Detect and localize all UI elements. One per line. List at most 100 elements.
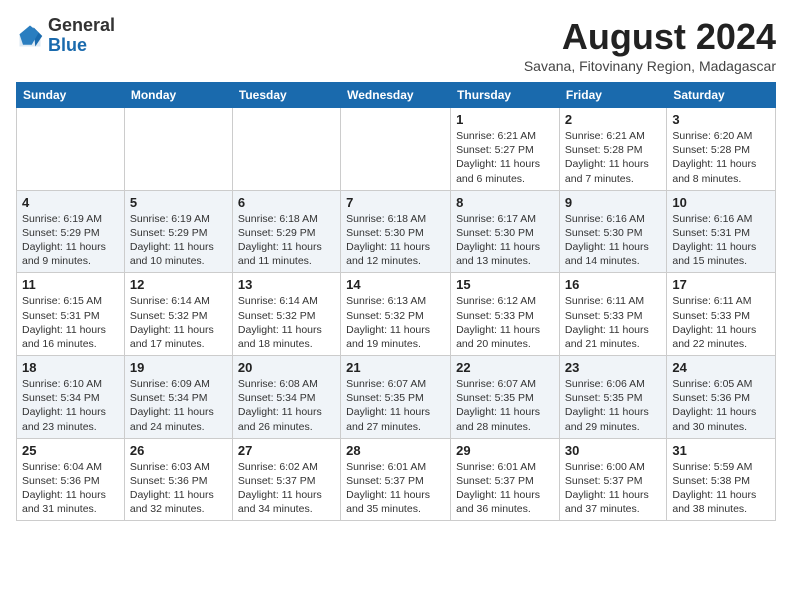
calendar-cell xyxy=(232,108,340,191)
day-number: 31 xyxy=(672,443,770,458)
weekday-header: Thursday xyxy=(451,83,560,108)
calendar-cell: 10 Sunrise: 6:16 AM Sunset: 5:31 PM Dayli… xyxy=(667,190,776,273)
day-info: Sunrise: 6:00 AM Sunset: 5:37 PM Dayligh… xyxy=(565,460,661,517)
logo-general-text: General xyxy=(48,15,115,35)
day-info: Sunrise: 6:13 AM Sunset: 5:32 PM Dayligh… xyxy=(346,294,445,351)
day-info: Sunrise: 6:19 AM Sunset: 5:29 PM Dayligh… xyxy=(22,212,119,269)
day-number: 29 xyxy=(456,443,554,458)
day-info: Sunrise: 6:07 AM Sunset: 5:35 PM Dayligh… xyxy=(456,377,554,434)
calendar-cell: 21Sunrise: 6:07 AM Sunset: 5:35 PM Dayli… xyxy=(341,356,451,439)
day-number: 7 xyxy=(346,195,445,210)
day-number: 8 xyxy=(456,195,554,210)
weekday-header: Saturday xyxy=(667,83,776,108)
calendar-cell xyxy=(17,108,125,191)
weekday-header: Sunday xyxy=(17,83,125,108)
day-number: 21 xyxy=(346,360,445,375)
calendar-week-row: 25 Sunrise: 6:04 AM Sunset: 5:36 PM Dayli… xyxy=(17,438,776,521)
day-info: Sunrise: 5:59 AM Sunset: 5:38 PM Dayligh… xyxy=(672,460,770,517)
day-number: 12 xyxy=(130,277,227,292)
day-info: Sunrise: 6:18 AM Sunset: 5:30 PM Dayligh… xyxy=(346,212,445,269)
day-info: Sunrise: 6:19 AM Sunset: 5:29 PM Dayligh… xyxy=(130,212,227,269)
title-area: August 2024 Savana, Fitovinany Region, M… xyxy=(524,16,776,74)
day-number: 14 xyxy=(346,277,445,292)
calendar-cell: 1 Sunrise: 6:21 AM Sunset: 5:27 PM Daylig… xyxy=(451,108,560,191)
calendar-cell: 17 Sunrise: 6:11 AM Sunset: 5:33 PM Dayli… xyxy=(667,273,776,356)
day-number: 3 xyxy=(672,112,770,127)
day-number: 27 xyxy=(238,443,335,458)
day-info: Sunrise: 6:17 AM Sunset: 5:30 PM Dayligh… xyxy=(456,212,554,269)
calendar-cell: 11 Sunrise: 6:15 AM Sunset: 5:31 PM Dayli… xyxy=(17,273,125,356)
day-number: 9 xyxy=(565,195,661,210)
day-number: 26 xyxy=(130,443,227,458)
day-info: Sunrise: 6:14 AM Sunset: 5:32 PM Dayligh… xyxy=(130,294,227,351)
day-number: 11 xyxy=(22,277,119,292)
day-info: Sunrise: 6:08 AM Sunset: 5:34 PM Dayligh… xyxy=(238,377,335,434)
day-info: Sunrise: 6:16 AM Sunset: 5:30 PM Dayligh… xyxy=(565,212,661,269)
calendar-cell: 2 Sunrise: 6:21 AM Sunset: 5:28 PM Daylig… xyxy=(559,108,666,191)
calendar-cell xyxy=(124,108,232,191)
calendar-cell: 13 Sunrise: 6:14 AM Sunset: 5:32 PM Dayli… xyxy=(232,273,340,356)
calendar-cell: 30Sunrise: 6:00 AM Sunset: 5:37 PM Dayli… xyxy=(559,438,666,521)
calendar-week-row: 4 Sunrise: 6:19 AM Sunset: 5:29 PM Daylig… xyxy=(17,190,776,273)
calendar-cell: 24 Sunrise: 6:05 AM Sunset: 5:36 PM Dayli… xyxy=(667,356,776,439)
day-info: Sunrise: 6:14 AM Sunset: 5:32 PM Dayligh… xyxy=(238,294,335,351)
calendar-cell: 6Sunrise: 6:18 AM Sunset: 5:29 PM Daylig… xyxy=(232,190,340,273)
calendar-cell: 26 Sunrise: 6:03 AM Sunset: 5:36 PM Dayli… xyxy=(124,438,232,521)
day-number: 16 xyxy=(565,277,661,292)
day-number: 15 xyxy=(456,277,554,292)
calendar-cell: 27 Sunrise: 6:02 AM Sunset: 5:37 PM Dayli… xyxy=(232,438,340,521)
calendar-week-row: 18Sunrise: 6:10 AM Sunset: 5:34 PM Dayli… xyxy=(17,356,776,439)
day-number: 23 xyxy=(565,360,661,375)
day-info: Sunrise: 6:04 AM Sunset: 5:36 PM Dayligh… xyxy=(22,460,119,517)
day-number: 13 xyxy=(238,277,335,292)
day-number: 19 xyxy=(130,360,227,375)
day-number: 22 xyxy=(456,360,554,375)
calendar-table: SundayMondayTuesdayWednesdayThursdayFrid… xyxy=(16,82,776,521)
calendar-cell: 16 Sunrise: 6:11 AM Sunset: 5:33 PM Dayli… xyxy=(559,273,666,356)
day-info: Sunrise: 6:20 AM Sunset: 5:28 PM Dayligh… xyxy=(672,129,770,186)
day-number: 5 xyxy=(130,195,227,210)
day-number: 17 xyxy=(672,277,770,292)
day-info: Sunrise: 6:12 AM Sunset: 5:33 PM Dayligh… xyxy=(456,294,554,351)
day-info: Sunrise: 6:21 AM Sunset: 5:28 PM Dayligh… xyxy=(565,129,661,186)
day-number: 4 xyxy=(22,195,119,210)
calendar-cell: 22 Sunrise: 6:07 AM Sunset: 5:35 PM Dayli… xyxy=(451,356,560,439)
calendar-cell: 18Sunrise: 6:10 AM Sunset: 5:34 PM Dayli… xyxy=(17,356,125,439)
calendar-week-row: 11 Sunrise: 6:15 AM Sunset: 5:31 PM Dayli… xyxy=(17,273,776,356)
calendar-cell: 15 Sunrise: 6:12 AM Sunset: 5:33 PM Dayli… xyxy=(451,273,560,356)
day-number: 2 xyxy=(565,112,661,127)
day-info: Sunrise: 6:18 AM Sunset: 5:29 PM Dayligh… xyxy=(238,212,335,269)
weekday-header: Wednesday xyxy=(341,83,451,108)
day-info: Sunrise: 6:16 AM Sunset: 5:31 PM Dayligh… xyxy=(672,212,770,269)
day-info: Sunrise: 6:05 AM Sunset: 5:36 PM Dayligh… xyxy=(672,377,770,434)
calendar-cell: 4 Sunrise: 6:19 AM Sunset: 5:29 PM Daylig… xyxy=(17,190,125,273)
day-info: Sunrise: 6:09 AM Sunset: 5:34 PM Dayligh… xyxy=(130,377,227,434)
day-number: 25 xyxy=(22,443,119,458)
calendar-cell: 3 Sunrise: 6:20 AM Sunset: 5:28 PM Daylig… xyxy=(667,108,776,191)
calendar-week-row: 1 Sunrise: 6:21 AM Sunset: 5:27 PM Daylig… xyxy=(17,108,776,191)
day-info: Sunrise: 6:01 AM Sunset: 5:37 PM Dayligh… xyxy=(456,460,554,517)
day-info: Sunrise: 6:10 AM Sunset: 5:34 PM Dayligh… xyxy=(22,377,119,434)
page-header: General Blue August 2024 Savana, Fitovin… xyxy=(16,16,776,74)
day-number: 1 xyxy=(456,112,554,127)
day-info: Sunrise: 6:11 AM Sunset: 5:33 PM Dayligh… xyxy=(672,294,770,351)
calendar-cell: 31 Sunrise: 5:59 AM Sunset: 5:38 PM Dayli… xyxy=(667,438,776,521)
day-number: 24 xyxy=(672,360,770,375)
day-info: Sunrise: 6:21 AM Sunset: 5:27 PM Dayligh… xyxy=(456,129,554,186)
month-year-title: August 2024 xyxy=(524,16,776,58)
day-info: Sunrise: 6:03 AM Sunset: 5:36 PM Dayligh… xyxy=(130,460,227,517)
day-info: Sunrise: 6:15 AM Sunset: 5:31 PM Dayligh… xyxy=(22,294,119,351)
calendar-cell: 5 Sunrise: 6:19 AM Sunset: 5:29 PM Daylig… xyxy=(124,190,232,273)
day-info: Sunrise: 6:02 AM Sunset: 5:37 PM Dayligh… xyxy=(238,460,335,517)
calendar-cell: 7 Sunrise: 6:18 AM Sunset: 5:30 PM Daylig… xyxy=(341,190,451,273)
logo: General Blue xyxy=(16,16,115,56)
day-info: Sunrise: 6:11 AM Sunset: 5:33 PM Dayligh… xyxy=(565,294,661,351)
day-number: 10 xyxy=(672,195,770,210)
location-subtitle: Savana, Fitovinany Region, Madagascar xyxy=(524,58,776,74)
calendar-cell xyxy=(341,108,451,191)
calendar-cell: 25 Sunrise: 6:04 AM Sunset: 5:36 PM Dayli… xyxy=(17,438,125,521)
calendar-cell: 14 Sunrise: 6:13 AM Sunset: 5:32 PM Dayli… xyxy=(341,273,451,356)
calendar-cell: 29 Sunrise: 6:01 AM Sunset: 5:37 PM Dayli… xyxy=(451,438,560,521)
day-info: Sunrise: 6:01 AM Sunset: 5:37 PM Dayligh… xyxy=(346,460,445,517)
logo-icon xyxy=(16,22,44,50)
